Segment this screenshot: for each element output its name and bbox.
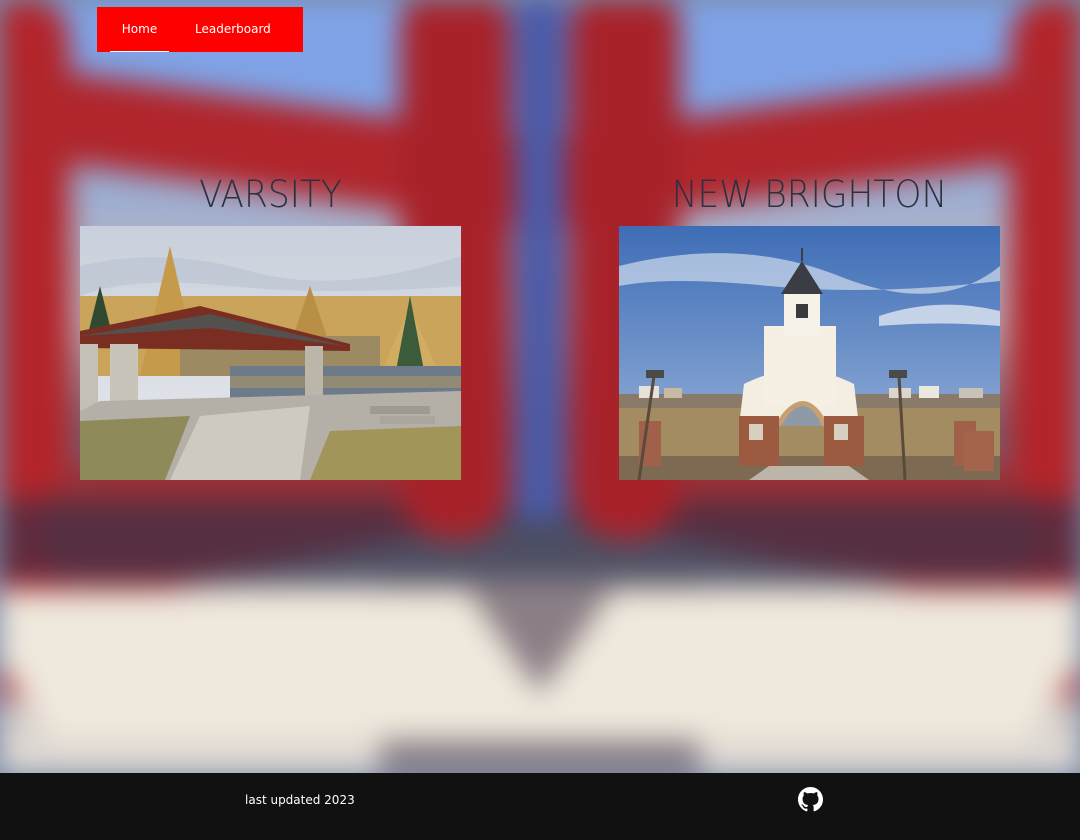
varsity-photo[interactable] (80, 226, 461, 480)
community-card-varsity: VARSITY (80, 168, 461, 480)
community-card-new-brighton: NEW BRIGHTON (619, 168, 1000, 480)
last-updated-text: last updated 2023 (245, 793, 355, 807)
navbar: Home Leaderboard (97, 7, 303, 52)
github-icon[interactable] (798, 787, 823, 812)
community-title: VARSITY (199, 173, 342, 216)
community-title: NEW BRIGHTON (671, 173, 948, 216)
new-brighton-photo[interactable] (619, 226, 1000, 480)
footer: last updated 2023 (0, 773, 1080, 840)
nav-leaderboard-link[interactable]: Leaderboard (195, 7, 271, 52)
nav-home-link[interactable]: Home (110, 7, 169, 52)
page: Home Leaderboard VARSITY NEW BRIGHTON la… (0, 0, 1080, 840)
